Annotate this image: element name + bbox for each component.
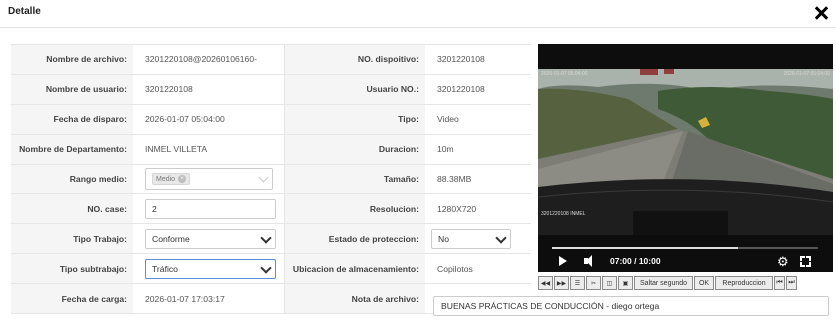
rewind-icon[interactable]: ◀◀: [538, 276, 553, 290]
rango-medio-cell: Medio ×: [133, 164, 285, 194]
no-case-cell: 2: [133, 194, 285, 224]
progress-fill: [552, 247, 739, 249]
detail-row: Fecha de disparo: 2026-01-07 05:04:00 Ti…: [11, 104, 531, 135]
rango-medio-select[interactable]: Medio ×: [145, 168, 273, 190]
player-controls: 07:00 / 10:00 ⚙: [538, 252, 833, 272]
tipo-subtrabajo-label: Tipo subtrabajo:: [11, 254, 133, 284]
nombre-archivo-label: Nombre de archivo:: [11, 45, 133, 74]
duracion-value: 10m: [437, 144, 454, 155]
gear-icon[interactable]: ⚙: [777, 255, 789, 268]
tipo-trabajo-select[interactable]: Conforme: [145, 228, 276, 249]
chevron-down-icon: [260, 262, 272, 274]
estado-proteccion-label: Estado de proteccion:: [285, 224, 425, 254]
next-icon[interactable]: ⏭: [786, 276, 797, 290]
export-icon[interactable]: ▣: [618, 276, 633, 290]
detail-grid: Nombre de archivo: 3201220108@2026010616…: [11, 44, 531, 315]
nota-value: BUENAS PRÁCTICAS DE CONDUCCIÓN - diego o…: [441, 301, 660, 311]
ubicacion-value: Copilotos: [437, 263, 473, 274]
detail-row: Nombre de Departamento: INMEL VILLETA Du…: [11, 134, 531, 165]
duracion-label: Duracion:: [285, 134, 425, 164]
fecha-carga-value: 2026-01-07 17:03:17: [133, 284, 285, 314]
detail-row: NO. case: 2 Resolucion: 1280X720: [11, 194, 531, 225]
departamento-value: INMEL VILLETA: [133, 134, 285, 164]
rango-medio-tag: Medio ×: [152, 173, 191, 185]
remove-tag-icon[interactable]: ×: [178, 175, 187, 183]
capture-icon[interactable]: ◫: [602, 276, 617, 290]
dialog-title: Detalle: [8, 6, 41, 17]
overlay-device-id: 3201220108 INMEL: [541, 211, 586, 217]
playback-toolbar: ◀◀ ▶▶ ☰ ✂ ◫ ▣ Saltar segundo OK Reproduc…: [538, 275, 833, 291]
fullscreen-icon[interactable]: [800, 256, 811, 267]
nombre-archivo-value: 3201220108@20260106160-: [133, 45, 285, 74]
tamano-label: Tamaño:: [285, 164, 425, 194]
estado-proteccion-cell: No: [425, 224, 531, 253]
dialog-header: Detalle: [0, 0, 836, 28]
nota-label: Nota de archivo:: [285, 284, 425, 314]
rango-medio-label: Rango medio:: [11, 164, 133, 194]
fecha-carga-label: Fecha de carga:: [11, 284, 133, 314]
usuario-no-label: Usuario NO.:: [285, 74, 425, 104]
tipo-subtrabajo-select[interactable]: Tráfico: [145, 258, 276, 279]
video-player[interactable]: 2026-01-07 05:04:00 2026-01-07 05:04:00 …: [538, 44, 833, 272]
detail-row: Rango medio: Medio × Tamaño: 88.38MB: [11, 164, 531, 195]
no-case-input[interactable]: 2: [145, 198, 276, 219]
play-icon[interactable]: [559, 256, 567, 266]
ok-button[interactable]: OK: [694, 276, 714, 290]
tipo-subtrabajo-value: Tráfico: [152, 263, 178, 274]
time-display: 07:00 / 10:00: [610, 256, 661, 266]
scissors-icon[interactable]: ✂: [586, 276, 601, 290]
close-icon[interactable]: [812, 4, 830, 22]
fast-forward-icon[interactable]: ▶▶: [554, 276, 569, 290]
tipo-label: Tipo:: [285, 104, 425, 134]
detail-row: Tipo Trabajo: Conforme Estado de protecc…: [11, 224, 531, 255]
volume-icon[interactable]: [584, 255, 592, 267]
reproduccion-button[interactable]: Reproduccion: [715, 276, 773, 290]
detail-row: Nombre de archivo: 3201220108@2026010616…: [11, 45, 531, 75]
chevron-down-icon: [495, 232, 507, 244]
overlay-timestamp-left: 2026-01-07 05:04:00: [541, 71, 588, 77]
chevron-down-icon: [260, 232, 272, 244]
departamento-label: Nombre de Departamento:: [11, 134, 133, 164]
no-dispositivo-label: NO. dispoitivo:: [285, 45, 425, 74]
overlay-timestamp-right: 2026-01-07 05:04:00: [783, 71, 830, 77]
resolucion-value: 1280X720: [437, 203, 477, 214]
previous-icon[interactable]: ⏮: [774, 276, 785, 290]
estado-proteccion-value: No: [438, 233, 449, 244]
ubicacion-label: Ubicacion de almacenamiento:: [285, 254, 425, 284]
no-case-value: 2: [152, 203, 157, 214]
tipo-trabajo-value: Conforme: [152, 233, 190, 244]
detail-row: Tipo subtrabajo: Tráfico Ubicacion de al…: [11, 254, 531, 285]
saltar-segundo-input[interactable]: Saltar segundo: [634, 276, 693, 290]
tipo-trabajo-cell: Conforme: [133, 224, 285, 254]
list-icon[interactable]: ☰: [570, 276, 585, 290]
chevron-down-icon: [258, 172, 269, 183]
tipo-subtrabajo-cell: Tráfico: [133, 254, 285, 284]
tipo-trabajo-label: Tipo Trabajo:: [11, 224, 133, 254]
no-dispositivo-value: 3201220108: [437, 54, 485, 65]
detail-row: Nombre de usuario: 3201220108 Usuario NO…: [11, 74, 531, 105]
tamano-value: 88.38MB: [437, 174, 472, 184]
nota-input[interactable]: BUENAS PRÁCTICAS DE CONDUCCIÓN - diego o…: [433, 296, 829, 316]
usuario-no-value: 3201220108: [437, 84, 485, 95]
resolucion-label: Resolucion:: [285, 194, 425, 224]
tipo-value: Video: [437, 114, 459, 125]
estado-proteccion-select[interactable]: No: [431, 228, 511, 249]
progress-bar[interactable]: [552, 247, 818, 249]
fecha-disparo-label: Fecha de disparo:: [11, 104, 133, 134]
rango-medio-tag-label: Medio: [156, 175, 176, 183]
nombre-usuario-label: Nombre de usuario:: [11, 74, 133, 104]
no-case-label: NO. case:: [11, 194, 133, 224]
fecha-disparo-value: 2026-01-07 05:04:00: [133, 104, 285, 134]
nombre-usuario-value: 3201220108: [133, 74, 285, 104]
